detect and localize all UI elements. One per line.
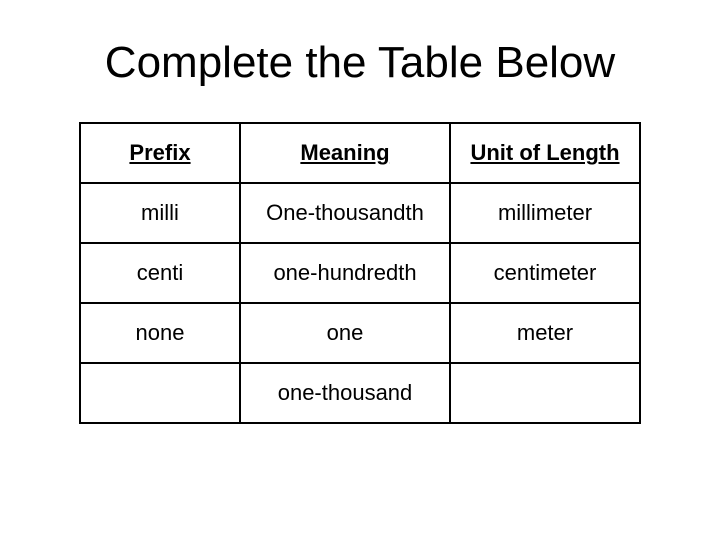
- page-title: Complete the Table Below: [40, 38, 680, 88]
- cell-prefix: milli: [80, 183, 240, 243]
- cell-prefix: none: [80, 303, 240, 363]
- cell-meaning: one-thousand: [240, 363, 450, 423]
- cell-prefix: [80, 363, 240, 423]
- table-row: none one meter: [80, 303, 640, 363]
- prefix-table: Prefix Meaning Unit of Length milli One-…: [79, 122, 641, 424]
- table-row: milli One-thousandth millimeter: [80, 183, 640, 243]
- cell-unit: [450, 363, 640, 423]
- header-prefix: Prefix: [80, 123, 240, 183]
- header-meaning: Meaning: [240, 123, 450, 183]
- header-unit: Unit of Length: [450, 123, 640, 183]
- cell-unit: millimeter: [450, 183, 640, 243]
- worksheet-page: Complete the Table Below Prefix Meaning …: [0, 0, 720, 540]
- cell-meaning: one: [240, 303, 450, 363]
- table-row: one-thousand: [80, 363, 640, 423]
- table-row: centi one-hundredth centimeter: [80, 243, 640, 303]
- cell-meaning: one-hundredth: [240, 243, 450, 303]
- cell-unit: meter: [450, 303, 640, 363]
- cell-meaning: One-thousandth: [240, 183, 450, 243]
- cell-unit: centimeter: [450, 243, 640, 303]
- cell-prefix: centi: [80, 243, 240, 303]
- table-header-row: Prefix Meaning Unit of Length: [80, 123, 640, 183]
